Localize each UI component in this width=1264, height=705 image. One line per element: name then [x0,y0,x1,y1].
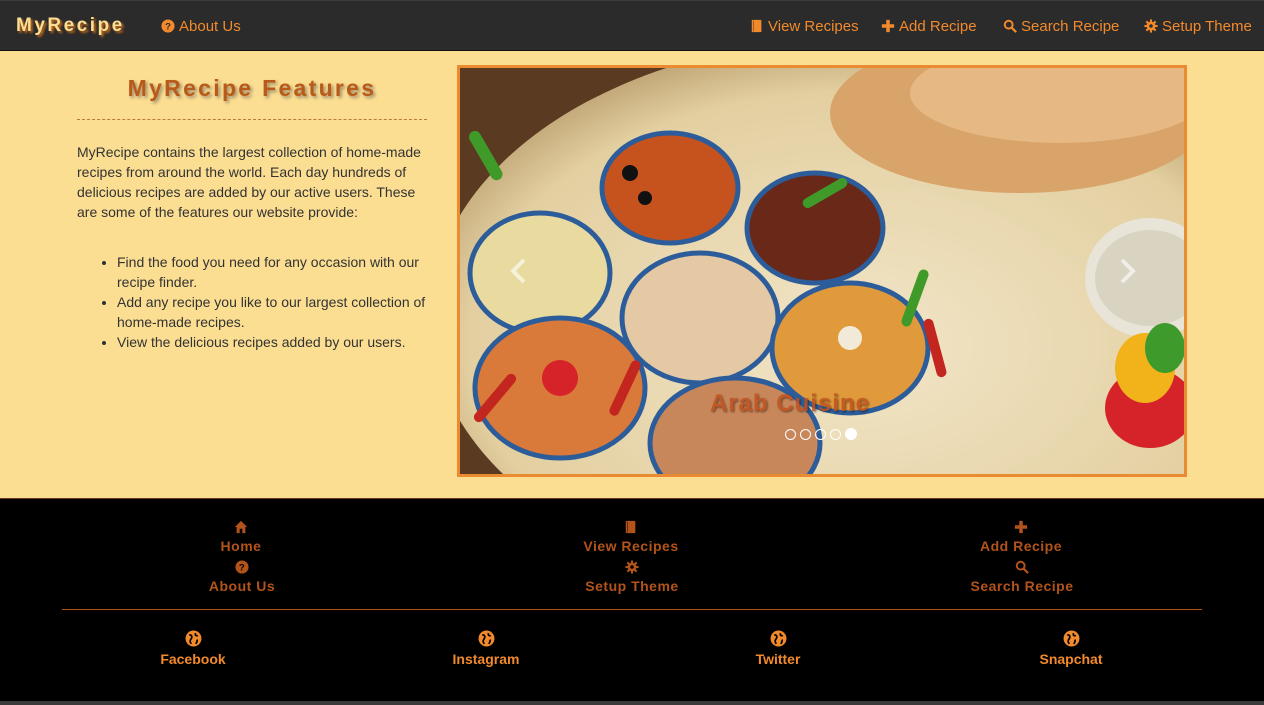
gear-icon [1144,19,1158,33]
nav-add-label: Add Recipe [899,18,977,35]
feature-item: Add any recipe you like to our largest c… [117,292,429,332]
footer-home-label: Home [220,538,262,554]
carousel-indicator-5[interactable] [845,428,857,440]
social-facebook-link[interactable]: Facebook [113,630,273,667]
social-snapchat-label: Snapchat [1039,651,1103,667]
footer-theme-label: Setup Theme [585,578,679,594]
globe-icon [478,630,494,647]
carousel-indicators [785,428,857,440]
bottom-strip [0,701,1264,705]
nav-setup-theme[interactable]: Setup Theme [1144,18,1252,35]
social-snapchat-link[interactable]: Snapchat [991,630,1151,667]
search-icon [1015,560,1029,574]
search-icon [1003,19,1017,33]
social-instagram-label: Instagram [452,651,520,667]
footer-setup-theme-link[interactable]: Setup Theme [532,560,732,594]
features-intro: MyRecipe contains the largest collection… [77,144,421,220]
social-facebook-label: Facebook [160,651,226,667]
footer-about-link[interactable]: ? About Us [142,560,342,594]
features-divider [77,119,427,120]
features-list: Find the food you need for any occasion … [117,252,429,352]
chevron-right-icon [1120,258,1136,284]
question-circle-icon: ? [235,560,249,574]
carousel-indicator-2[interactable] [800,429,811,440]
gear-icon [625,560,639,574]
feature-item: Find the food you need for any occasion … [117,252,429,292]
site-footer: Home ? About Us View Recipes Setup Theme… [0,498,1264,701]
globe-icon [770,630,786,647]
footer-search-label: Search Recipe [970,578,1074,594]
carousel-indicator-4[interactable] [830,429,841,440]
carousel-indicator-1[interactable] [785,429,796,440]
home-icon [234,520,248,534]
nav-add-recipe[interactable]: Add Recipe [881,18,977,35]
brand-logo[interactable]: MyRecipe [16,15,125,37]
footer-about-label: About Us [208,578,276,594]
book-icon [751,19,762,33]
carousel-caption: Arab Cuisine [710,390,871,417]
plus-icon [881,19,895,33]
social-twitter-label: Twitter [755,651,801,667]
svg-text:?: ? [239,563,245,574]
social-instagram-link[interactable]: Instagram [406,630,566,667]
book-icon [625,520,636,534]
nav-search-recipe[interactable]: Search Recipe [1003,18,1119,35]
globe-icon [1063,630,1079,647]
svg-text:?: ? [165,22,171,33]
footer-view-label: View Recipes [583,538,679,554]
globe-icon [185,630,201,647]
footer-divider [62,609,1202,610]
social-twitter-link[interactable]: Twitter [698,630,858,667]
question-circle-icon: ? [161,19,175,33]
nav-theme-label: Setup Theme [1162,18,1252,35]
footer-view-recipes-link[interactable]: View Recipes [531,520,731,554]
feature-item: View the delicious recipes added by our … [117,332,429,352]
footer-home-link[interactable]: Home [141,520,341,554]
nav-about-label: About Us [179,18,241,35]
nav-view-recipes[interactable]: View Recipes [750,18,859,35]
carousel-next-button[interactable] [1112,256,1142,286]
nav-search-label: Search Recipe [1021,18,1120,35]
nav-view-label: View Recipes [768,18,859,35]
chevron-left-icon [510,258,526,284]
plus-icon [1014,520,1028,534]
footer-add-label: Add Recipe [979,538,1062,554]
nav-about-us[interactable]: ? About Us [161,18,241,35]
carousel-prev-button[interactable] [504,256,534,286]
image-carousel[interactable]: Arab Cuisine [457,65,1187,477]
carousel-indicator-3[interactable] [815,429,826,440]
main-content: MyRecipe Features MyRecipe contains the … [0,51,1264,498]
features-title: MyRecipe Features [127,75,377,101]
top-navbar: MyRecipe ? About Us View Recipes Add Reci… [0,0,1264,51]
footer-add-recipe-link[interactable]: Add Recipe [921,520,1121,554]
footer-search-recipe-link[interactable]: Search Recipe [922,560,1122,594]
